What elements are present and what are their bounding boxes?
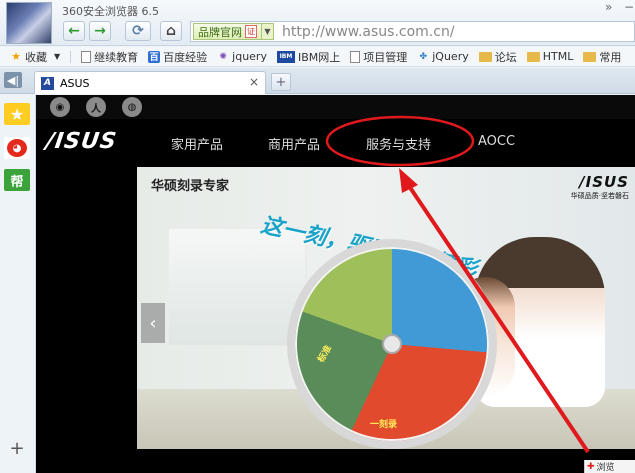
- jquery-icon: ✺: [219, 51, 227, 62]
- wheel-label-bottom: 一刻录: [370, 420, 398, 430]
- user-icon[interactable]: 人: [86, 97, 106, 117]
- page-icon: [350, 50, 361, 63]
- browser-titlebar: 360安全浏览器 6.5 » − ← → ⟳ ⌂ 品牌官网 证 ▼ http:/…: [0, 0, 635, 46]
- bookmark-item[interactable]: IBM IBM网上: [276, 49, 340, 65]
- nav-aocc[interactable]: AOCC: [478, 134, 515, 149]
- banner-prev-arrow[interactable]: ‹: [141, 303, 165, 343]
- hero-banner[interactable]: 华硕刻录专家 /ISUS 华硕品质·坚若磐石 这一刻，驱动无限精彩 标准 一刻录: [137, 167, 635, 449]
- address-bar[interactable]: 品牌官网 证 ▼ http://www.asus.com.cn/: [190, 21, 635, 42]
- left-sidebar: ★ ◕ 帮 +: [0, 95, 36, 473]
- weibo-icon[interactable]: ◉: [50, 97, 70, 117]
- help-button[interactable]: 帮: [4, 169, 30, 191]
- status-label: 浏览: [596, 463, 615, 473]
- wechat-icon[interactable]: ◍: [122, 97, 142, 117]
- banner-brand: /ISUS 华硕品质·坚若磐石: [571, 173, 629, 201]
- web-page: ◉ 人 ◍ /ISUS 家用产品 商用产品 服务与支持 AOCC 华硕刻录专家 …: [36, 95, 635, 473]
- bookmarks-bar: ★ 收藏 ▼ 继续教育 百百度经验 ✺ jquery IBM IBM网上 项目管理 …: [0, 47, 635, 67]
- minimize-icon[interactable]: −: [624, 0, 634, 14]
- brand-site-badge[interactable]: 品牌官网 证: [193, 23, 262, 40]
- arrow-left-icon: ←: [68, 23, 80, 39]
- site-nav: /ISUS 家用产品 商用产品 服务与支持 AOCC: [36, 119, 635, 167]
- social-row: ◉ 人 ◍: [36, 95, 635, 119]
- jquery-icon: ✤: [419, 51, 428, 62]
- refresh-button[interactable]: ⟳: [125, 21, 151, 41]
- add-sidebar-item-button[interactable]: +: [4, 437, 30, 459]
- sidebar-toggle-icon[interactable]: ◀|: [4, 72, 22, 88]
- banner-caption: 华硕刻录专家: [151, 179, 230, 194]
- status-icon: ✚: [587, 461, 595, 472]
- certified-stamp-icon: 证: [245, 25, 257, 38]
- page-icon: [81, 50, 92, 63]
- nav-home-products[interactable]: 家用产品: [171, 134, 223, 153]
- chevron-down-icon: ▼: [54, 52, 61, 61]
- banner-brand-tagline: 华硕品质·坚若磐石: [570, 192, 629, 200]
- bookmark-folder[interactable]: 论坛: [478, 49, 517, 65]
- tab-asus[interactable]: A ASUS ×: [34, 71, 266, 94]
- close-icon[interactable]: ×: [249, 75, 259, 89]
- status-bar[interactable]: ✚ 浏览: [584, 460, 635, 473]
- app-title: 360安全浏览器 6.5: [62, 5, 159, 18]
- bookmark-folder[interactable]: HTML: [526, 50, 573, 63]
- folder-icon: [526, 51, 540, 62]
- back-button[interactable]: ←: [63, 21, 85, 41]
- disc-wheel-graphic: 标准 一刻录: [287, 239, 497, 449]
- address-url[interactable]: http://www.asus.com.cn/: [282, 24, 455, 40]
- bookmark-favorites[interactable]: ★ 收藏 ▼: [10, 49, 60, 65]
- wheel-label-top: 标准: [316, 343, 335, 365]
- badge-dropdown-icon[interactable]: ▼: [262, 23, 274, 40]
- user-avatar[interactable]: [6, 2, 52, 44]
- folder-icon: [478, 51, 492, 62]
- nav-service-support[interactable]: 服务与支持: [366, 134, 431, 153]
- arrow-right-icon: →: [94, 23, 106, 39]
- forward-button[interactable]: →: [89, 21, 111, 41]
- new-tab-button[interactable]: +: [271, 73, 291, 91]
- bookmark-item[interactable]: ✤ jQuery: [417, 50, 468, 63]
- bookmark-item[interactable]: ✺ jquery: [217, 50, 267, 63]
- baidu-icon: 百: [148, 50, 161, 63]
- tab-bar: ◀| A ASUS × +: [0, 68, 635, 94]
- brand-site-label: 品牌官网: [198, 25, 242, 39]
- divider: [70, 50, 72, 63]
- asus-favicon-icon: A: [41, 76, 54, 90]
- home-button[interactable]: ⌂: [160, 21, 182, 41]
- banner-window-graphic: [167, 227, 307, 347]
- weibo-icon[interactable]: ◕: [4, 137, 30, 159]
- ibm-icon: IBM: [276, 50, 295, 63]
- asus-logo[interactable]: /ISUS: [44, 129, 118, 154]
- tab-label: ASUS: [60, 76, 90, 90]
- bookmark-item[interactable]: 百百度经验: [148, 49, 207, 65]
- bookmark-item[interactable]: 项目管理: [350, 49, 407, 65]
- nav-business-products[interactable]: 商用产品: [268, 134, 320, 153]
- disc-center: [382, 334, 402, 354]
- star-icon: ★: [11, 50, 21, 63]
- banner-asus-logo: /ISUS: [579, 173, 629, 191]
- favorites-star-icon[interactable]: ★: [4, 103, 30, 125]
- bookmark-item[interactable]: 继续教育: [81, 49, 138, 65]
- bookmark-folder[interactable]: 常用: [583, 49, 621, 65]
- home-icon: ⌂: [165, 23, 177, 39]
- refresh-icon: ⟳: [132, 23, 144, 39]
- folder-icon: [583, 51, 597, 62]
- expand-icon[interactable]: »: [605, 0, 612, 14]
